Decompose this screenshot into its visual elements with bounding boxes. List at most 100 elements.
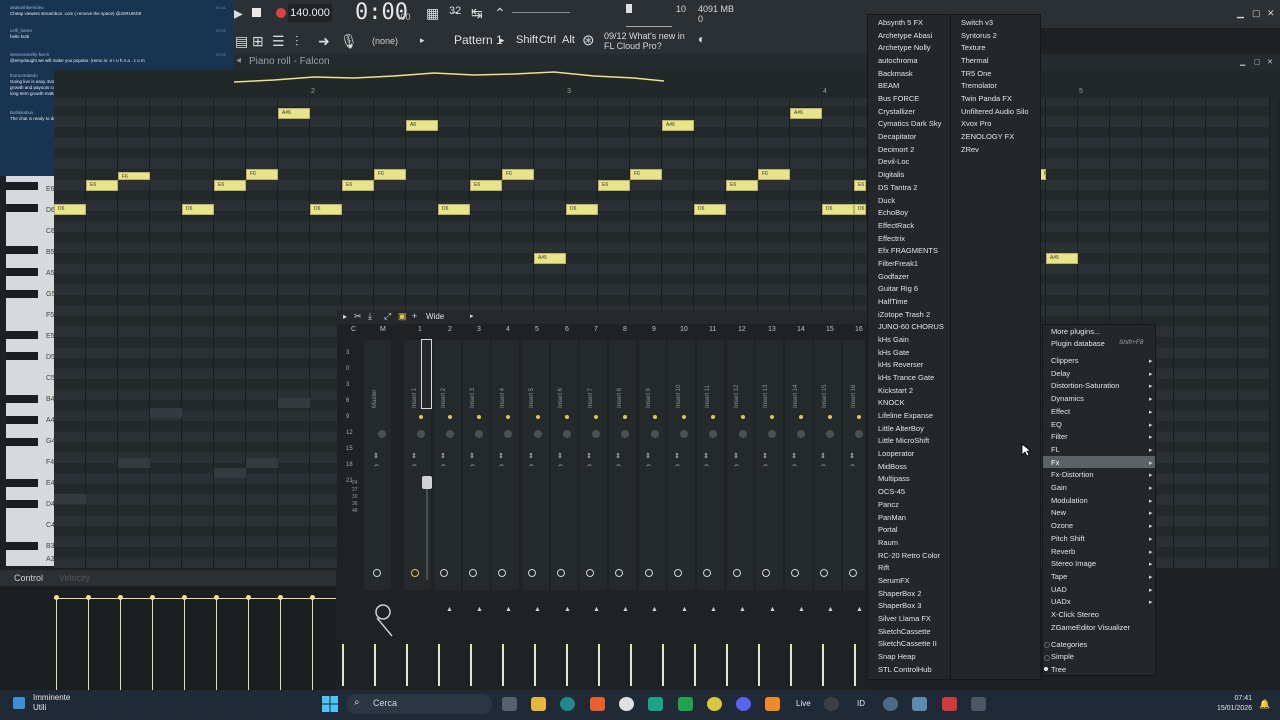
plugin-item[interactable]: Efx FRAGMENTS <box>878 246 938 255</box>
live-app[interactable]: Live <box>796 699 811 708</box>
velocity-bar[interactable] <box>312 598 313 690</box>
velocity-handle[interactable] <box>246 595 251 600</box>
track-enable-led[interactable] <box>828 415 832 419</box>
stereo-separation-icon[interactable]: ⇕ <box>528 452 534 460</box>
velocity-handle[interactable] <box>54 595 59 600</box>
black-key[interactable] <box>6 500 38 508</box>
note[interactable]: E6 <box>598 180 630 191</box>
app-icon[interactable] <box>912 697 927 711</box>
plugin-item[interactable]: Snap Heap <box>878 652 916 661</box>
mixer-pin-icon[interactable]: ⤓ <box>368 311 372 322</box>
edge-icon[interactable] <box>560 697 575 711</box>
plugin-item[interactable]: OCS-45 <box>878 487 905 496</box>
note[interactable]: D6 <box>182 204 214 215</box>
note[interactable]: D6 <box>54 204 86 215</box>
mixer-icon[interactable]: ⫶ <box>295 33 299 50</box>
category-item[interactable]: Modulation <box>1051 496 1088 505</box>
note[interactable]: A#5 <box>534 253 566 264</box>
plugin-item[interactable]: Crystallizer <box>878 107 915 116</box>
category-item[interactable]: Dynamics <box>1051 394 1084 403</box>
track-enable-led[interactable] <box>565 415 569 419</box>
stereo-separation-icon[interactable]: ⇕ <box>645 452 651 460</box>
stereo-separation-icon[interactable]: ⇕ <box>557 452 563 460</box>
mixer-mode-arrow-icon[interactable]: ▸ <box>470 312 474 320</box>
route-arrow-icon[interactable]: ▲ <box>651 606 658 613</box>
note[interactable]: E6 <box>854 180 866 191</box>
view-option-simple[interactable]: Simple <box>1051 652 1074 661</box>
windows-start-icon[interactable] <box>322 696 338 712</box>
plugin-item[interactable]: Kickstart 2 <box>878 386 913 395</box>
mixer-tool-icon[interactable]: ✂ <box>354 311 362 322</box>
note[interactable]: E6 <box>342 180 374 191</box>
category-item[interactable]: Ozone <box>1051 521 1073 530</box>
route-arrow-icon[interactable]: ▲ <box>739 606 746 613</box>
plugin-item[interactable]: BEAM <box>878 81 899 90</box>
plugin-item[interactable]: Little AlterBoy <box>878 424 924 433</box>
black-key[interactable] <box>6 416 38 424</box>
pr-minimize-icon[interactable]: ▁ <box>1240 58 1245 66</box>
plugin-item[interactable]: KNOCK <box>878 398 905 407</box>
velocity-bar[interactable] <box>152 598 153 690</box>
track-enable-led[interactable] <box>477 415 481 419</box>
fl-studio-icon[interactable] <box>765 697 780 711</box>
route-arrow-icon[interactable]: ▲ <box>798 606 805 613</box>
stereo-separation-icon[interactable]: ⇕ <box>586 452 592 460</box>
swap-channels-icon[interactable]: ⇔ <box>615 462 622 469</box>
plugin-item[interactable]: Archetype Nolly <box>878 43 931 52</box>
note[interactable]: D6 <box>438 204 470 215</box>
record-arm-icon[interactable] <box>733 569 741 577</box>
black-key[interactable] <box>6 204 38 212</box>
plugin-item[interactable]: ZRev <box>961 145 979 154</box>
record-arm-icon[interactable] <box>820 569 828 577</box>
note[interactable]: D6 <box>694 204 726 215</box>
plugin-item[interactable]: ShaperBox 2 <box>878 589 921 598</box>
app-icon[interactable] <box>971 697 986 711</box>
track-enable-led[interactable] <box>857 415 861 419</box>
plugin-item[interactable]: kHs Gate <box>878 348 909 357</box>
plugin-item[interactable]: kHs Reverser <box>878 360 923 369</box>
track-enable-led[interactable] <box>594 415 598 419</box>
plugin-item[interactable]: Lifeline Expanse <box>878 411 933 420</box>
swap-channels-icon[interactable]: ⇔ <box>528 462 535 469</box>
plugin-item[interactable]: autochroma <box>878 56 918 65</box>
black-key[interactable] <box>6 395 38 403</box>
black-key[interactable] <box>6 331 38 339</box>
record-arm-icon[interactable] <box>528 569 536 577</box>
master-pitch-slider[interactable] <box>512 12 570 13</box>
plugin-item[interactable]: Cymatics Dark Sky <box>878 119 941 128</box>
swap-channels-icon[interactable]: ⇔ <box>498 462 505 469</box>
pan-knob[interactable] <box>446 430 454 438</box>
swap-channels-icon[interactable]: ⇔ <box>703 462 710 469</box>
plugin-item[interactable]: Xvox Pro <box>961 119 991 128</box>
plugin-item[interactable]: Unfiltered Audio Silo <box>961 107 1029 116</box>
preset-label[interactable]: (none) <box>372 36 398 46</box>
category-item[interactable]: Tape <box>1051 572 1067 581</box>
master-volume-knob[interactable] <box>626 4 632 13</box>
category-item[interactable]: Fx-Distortion <box>1051 470 1094 479</box>
route-arrow-icon[interactable]: ▲ <box>856 606 863 613</box>
category-item[interactable]: UADx <box>1051 597 1071 606</box>
black-key[interactable] <box>6 182 38 190</box>
plugin-item[interactable]: Devil-Loc <box>878 157 909 166</box>
news-icon[interactable]: ⊛ <box>582 31 595 49</box>
category-item[interactable]: Effect <box>1051 407 1070 416</box>
shift-key[interactable]: Shift <box>516 34 538 46</box>
swap-channels-icon[interactable]: ⇔ <box>820 462 827 469</box>
swap-channels-icon[interactable]: ⇔ <box>411 462 418 469</box>
app-icon[interactable] <box>942 697 957 711</box>
track-enable-led[interactable] <box>448 415 452 419</box>
plugin-item[interactable]: Duck <box>878 196 895 205</box>
category-item[interactable]: Clippers <box>1051 356 1079 365</box>
track-enable-led[interactable] <box>419 415 423 419</box>
note[interactable]: E6 <box>214 180 246 191</box>
record-arm-icon[interactable] <box>373 569 381 577</box>
pan-knob[interactable] <box>592 430 600 438</box>
pan-knob[interactable] <box>739 430 747 438</box>
weather-icon[interactable] <box>13 697 25 709</box>
record-arm-icon[interactable] <box>498 569 506 577</box>
velocity-bar[interactable] <box>280 598 281 690</box>
swap-channels-icon[interactable]: ⇔ <box>733 462 740 469</box>
category-item[interactable]: Distortion-Saturation <box>1051 381 1119 390</box>
mixer-track[interactable] <box>609 340 636 590</box>
record-arm-icon[interactable] <box>849 569 857 577</box>
